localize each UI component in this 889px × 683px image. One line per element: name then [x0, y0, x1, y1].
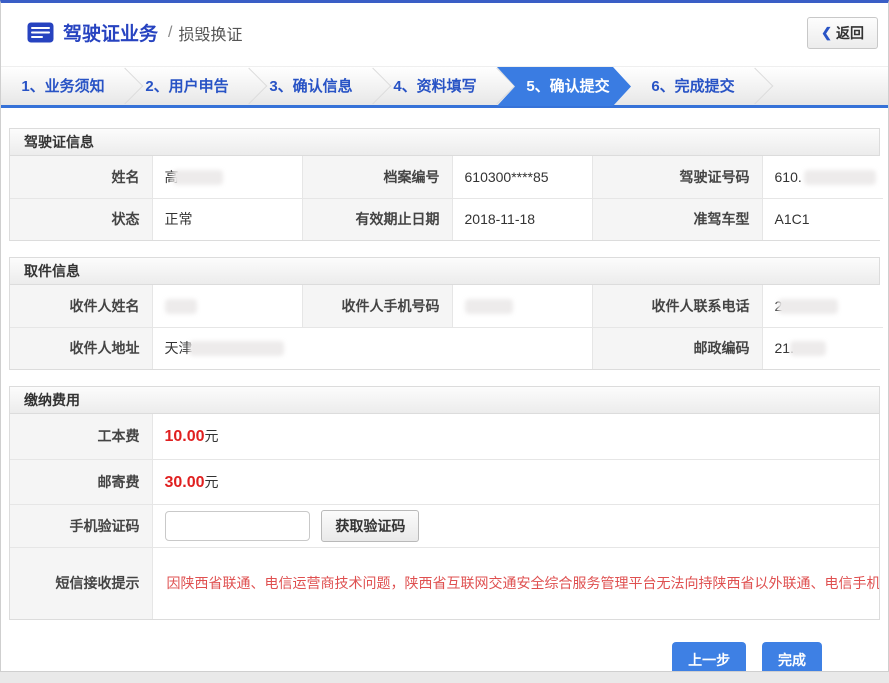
main-content: 驾驶证信息 姓名 高 档案编号 610300****85 驾驶证号码 610. … — [1, 108, 888, 672]
field-label: 状态 — [10, 198, 152, 240]
field-label: 驾驶证号码 — [592, 156, 762, 198]
field-label: 有效期止日期 — [302, 198, 452, 240]
table-row: 收件人姓名 收件人手机号码 收件人联系电话 2 — [10, 285, 883, 327]
license-number-value: 610. — [762, 156, 883, 198]
table-row: 手机验证码 获取验证码 — [10, 504, 879, 547]
expiry-date-value: 2018-11-18 — [452, 198, 592, 240]
file-number-value: 610300****85 — [452, 156, 592, 198]
field-label: 姓名 — [10, 156, 152, 198]
section-pickup-info: 取件信息 收件人姓名 收件人手机号码 收件人联系电话 2 收件人地址 天津 邮政… — [9, 257, 880, 370]
table-row: 姓名 高 档案编号 610300****85 驾驶证号码 610. — [10, 156, 883, 198]
step-tab-5-active[interactable]: 5、确认提交 — [497, 67, 631, 106]
field-label: 收件人地址 — [10, 327, 152, 369]
get-code-button[interactable]: 获取验证码 — [321, 510, 419, 542]
sms-code-cell: 获取验证码 — [152, 504, 879, 547]
section-title: 取件信息 — [10, 258, 879, 285]
redacted-value — [804, 170, 876, 185]
chevron-left-icon: ❮ — [821, 25, 832, 41]
recipient-name-value — [152, 285, 302, 327]
sms-notice-text: 因陕西省联通、电信运营商技术问题，陕西省互联网交通安全综合服务管理平台无法向持陕… — [152, 547, 879, 619]
section-title: 缴纳费用 — [10, 387, 879, 414]
field-label: 准驾车型 — [592, 198, 762, 240]
header: 驾驶证业务 / 损毁换证 ❮ 返回 — [1, 3, 888, 62]
recipient-mobile-value — [452, 285, 592, 327]
field-label: 收件人手机号码 — [302, 285, 452, 327]
step-tab-1[interactable]: 1、业务须知 — [1, 67, 125, 106]
step-tab-3[interactable]: 3、确认信息 — [249, 67, 373, 106]
name-value: 高 — [152, 156, 302, 198]
table-row: 短信接收提示 因陕西省联通、电信运营商技术问题，陕西省互联网交通安全综合服务管理… — [10, 547, 879, 619]
status-value: 正常 — [152, 198, 302, 240]
license-card-icon — [27, 22, 54, 43]
recipient-address-value: 天津 — [152, 327, 592, 369]
step-tab-4[interactable]: 4、资料填写 — [373, 67, 497, 106]
section-title: 驾驶证信息 — [10, 129, 879, 156]
table-row: 邮寄费 30.00元 — [10, 459, 879, 504]
recipient-phone-value: 2 — [762, 285, 883, 327]
page-container: 驾驶证业务 / 损毁换证 ❮ 返回 1、业务须知 2、用户申告 3、确认信息 4… — [0, 0, 889, 672]
field-label: 短信接收提示 — [10, 547, 152, 619]
section-fees: 缴纳费用 工本费 10.00元 邮寄费 30.00元 手机验证码 获取验证码 — [9, 386, 880, 620]
table-row: 收件人地址 天津 邮政编码 21. — [10, 327, 883, 369]
production-fee-value: 10.00元 — [152, 414, 879, 459]
redacted-value — [790, 341, 826, 356]
postal-code-value: 21. — [762, 327, 883, 369]
step-tab-6[interactable]: 6、完成提交 — [631, 67, 755, 106]
mailing-fee-value: 30.00元 — [152, 459, 879, 504]
section-license-info: 驾驶证信息 姓名 高 档案编号 610300****85 驾驶证号码 610. … — [9, 128, 880, 241]
field-label: 档案编号 — [302, 156, 452, 198]
table-row: 状态 正常 有效期止日期 2018-11-18 准驾车型 A1C1 — [10, 198, 883, 240]
redacted-value — [465, 299, 513, 314]
table-row: 工本费 10.00元 — [10, 414, 879, 459]
field-label: 收件人联系电话 — [592, 285, 762, 327]
sms-code-input[interactable] — [165, 511, 310, 541]
footer-actions: 上一步 完成 — [9, 642, 880, 672]
redacted-value — [778, 299, 838, 314]
vehicle-class-value: A1C1 — [762, 198, 883, 240]
field-label: 邮寄费 — [10, 459, 152, 504]
field-label: 邮政编码 — [592, 327, 762, 369]
license-info-table: 姓名 高 档案编号 610300****85 驾驶证号码 610. 状态 正常 … — [10, 156, 883, 240]
previous-step-button[interactable]: 上一步 — [672, 642, 746, 672]
breadcrumb-current: 损毁换证 — [178, 21, 242, 45]
field-label: 收件人姓名 — [10, 285, 152, 327]
pickup-info-table: 收件人姓名 收件人手机号码 收件人联系电话 2 收件人地址 天津 邮政编码 21… — [10, 285, 883, 369]
redacted-value — [173, 170, 223, 185]
back-button-label: 返回 — [836, 23, 864, 43]
step-tabs: 1、业务须知 2、用户申告 3、确认信息 4、资料填写 5、确认提交 6、完成提… — [1, 66, 888, 108]
field-label: 手机验证码 — [10, 504, 152, 547]
fees-table: 工本费 10.00元 邮寄费 30.00元 手机验证码 获取验证码 短信接收提示 — [10, 414, 879, 619]
page-title: 驾驶证业务 — [63, 19, 158, 46]
redacted-value — [165, 299, 197, 314]
tab-filler — [755, 67, 888, 105]
back-button[interactable]: ❮ 返回 — [807, 17, 878, 49]
breadcrumb-separator: / — [168, 24, 172, 42]
field-label: 工本费 — [10, 414, 152, 459]
redacted-value — [189, 341, 284, 356]
finish-button[interactable]: 完成 — [762, 642, 822, 672]
step-tab-2[interactable]: 2、用户申告 — [125, 67, 249, 106]
